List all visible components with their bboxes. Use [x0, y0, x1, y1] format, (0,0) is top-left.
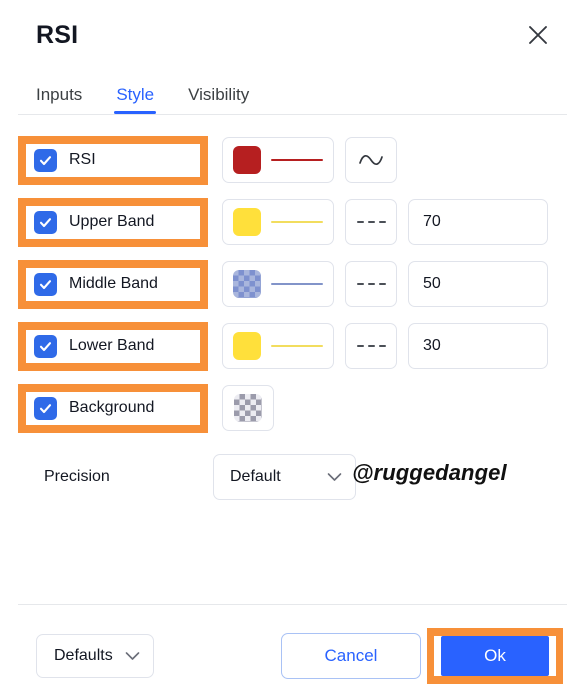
highlight-frame-upper-band: Upper Band	[18, 197, 208, 247]
color-picker-lower-band[interactable]	[222, 323, 334, 369]
color-picker-background[interactable]	[222, 385, 274, 431]
value-input-upper-band[interactable]: 70	[408, 199, 548, 245]
line-style-picker-lower-band[interactable]	[345, 323, 397, 369]
highlight-frame-ok: Ok	[427, 627, 563, 684]
value-input-lower-band[interactable]: 30	[408, 323, 548, 369]
cancel-button[interactable]: Cancel	[281, 632, 421, 679]
page-title: RSI	[36, 20, 79, 49]
color-picker-middle-band[interactable]	[222, 261, 334, 307]
color-swatch-upper-band	[233, 208, 261, 236]
style-row-background: Background	[18, 377, 567, 439]
row-label-upper-band: Upper Band	[69, 213, 155, 230]
tab-inputs[interactable]: Inputs	[36, 86, 82, 114]
controls-middle-band: 50	[222, 261, 548, 307]
precision-value: Default	[230, 468, 281, 485]
color-swatch-background	[234, 394, 262, 422]
row-label-middle-band: Middle Band	[69, 275, 158, 292]
line-preview-lower-band	[271, 345, 323, 347]
checkbox-background[interactable]	[34, 396, 57, 420]
highlight-frame-background: Background	[18, 383, 208, 433]
style-row-middle-band: Middle Band 50	[18, 253, 567, 315]
precision-label: Precision	[44, 468, 110, 485]
style-settings-list: RSI Upper Band 70 Middle Band 50 Lower B…	[0, 115, 585, 509]
style-row-upper-band: Upper Band 70	[18, 191, 567, 253]
controls-background	[222, 385, 274, 431]
defaults-button[interactable]: Defaults	[36, 633, 154, 678]
footer-divider	[18, 604, 567, 605]
tab-style[interactable]: Style	[114, 86, 156, 114]
controls-rsi	[222, 137, 397, 183]
checkbox-lower-band[interactable]	[34, 334, 57, 358]
close-icon[interactable]	[519, 16, 557, 54]
dialog-footer: Defaults Cancel Ok	[0, 616, 585, 695]
dashed-line-icon	[356, 221, 386, 223]
line-preview-upper-band	[271, 221, 323, 223]
line-style-picker-upper-band[interactable]	[345, 199, 397, 245]
controls-upper-band: 70	[222, 199, 548, 245]
dashed-line-icon	[356, 345, 386, 347]
highlight-frame-middle-band: Middle Band	[18, 259, 208, 309]
line-style-picker-middle-band[interactable]	[345, 261, 397, 307]
row-label-rsi: RSI	[69, 151, 96, 168]
controls-lower-band: 30	[222, 323, 548, 369]
color-picker-rsi[interactable]	[222, 137, 334, 183]
tab-bar: Inputs Style Visibility	[0, 62, 585, 114]
dialog-header: RSI	[0, 0, 585, 62]
line-preview-middle-band	[271, 283, 323, 285]
checkbox-rsi[interactable]	[34, 148, 57, 172]
dashed-line-icon	[356, 283, 386, 285]
style-row-lower-band: Lower Band 30	[18, 315, 567, 377]
color-picker-upper-band[interactable]	[222, 199, 334, 245]
row-label-background: Background	[69, 399, 155, 416]
highlight-frame-rsi: RSI	[18, 135, 208, 185]
checkbox-middle-band[interactable]	[34, 272, 57, 296]
defaults-label: Defaults	[54, 646, 113, 664]
watermark: @ruggedangel	[352, 460, 507, 485]
row-label-lower-band: Lower Band	[69, 337, 155, 354]
checkbox-upper-band[interactable]	[34, 210, 57, 234]
color-swatch-lower-band	[233, 332, 261, 360]
tab-visibility[interactable]: Visibility	[188, 86, 249, 114]
color-swatch-middle-band	[233, 270, 261, 298]
line-style-picker-rsi[interactable]	[345, 137, 397, 183]
precision-select[interactable]: Default	[213, 454, 356, 500]
value-input-middle-band[interactable]: 50	[408, 261, 548, 307]
style-row-rsi: RSI	[18, 129, 567, 191]
chevron-down-icon	[327, 472, 342, 482]
line-preview-rsi	[271, 159, 323, 161]
ok-button[interactable]: Ok	[441, 635, 549, 676]
chevron-down-icon	[125, 651, 140, 661]
color-swatch-rsi	[233, 146, 261, 174]
footer-actions: Cancel Ok	[281, 627, 563, 684]
highlight-frame-lower-band: Lower Band	[18, 321, 208, 371]
